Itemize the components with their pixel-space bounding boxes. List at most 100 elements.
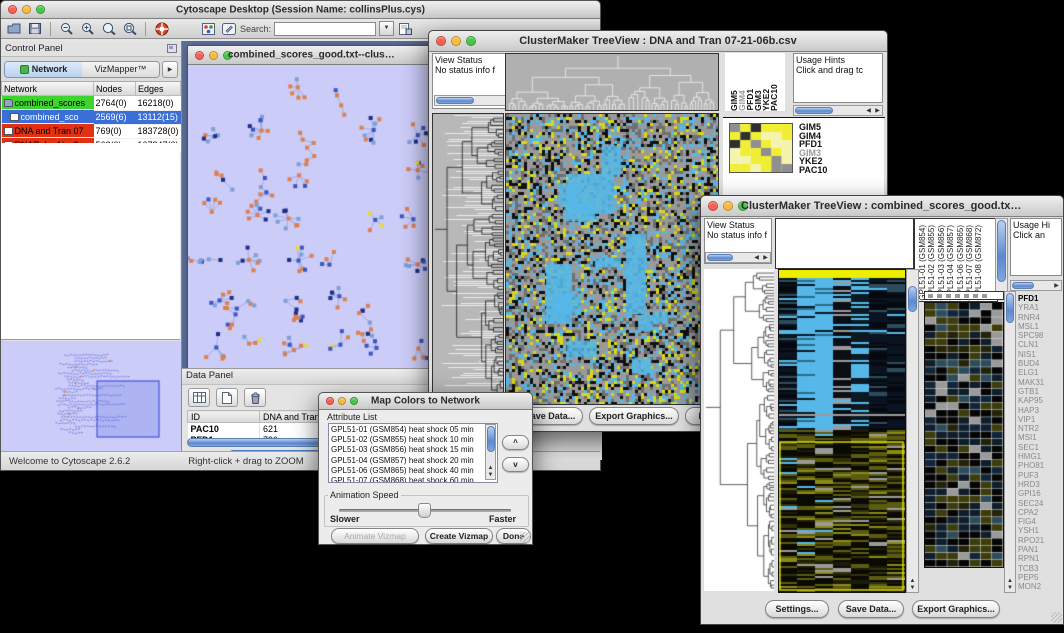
usage-hints-scrollbar[interactable]: ▶	[1010, 280, 1062, 291]
gene-label[interactable]: SEC24	[1018, 499, 1062, 508]
tab-vizmapper[interactable]: VizMapper™	[82, 62, 159, 77]
create-vizmap-button[interactable]: Create Vizmap	[425, 528, 493, 544]
gene-label[interactable]: MSI1	[1018, 433, 1062, 442]
minimize-button[interactable]	[451, 36, 461, 46]
resize-grip[interactable]	[520, 532, 531, 543]
zoom-actual-icon[interactable]	[100, 21, 117, 36]
heatmap-canvas[interactable]	[505, 113, 719, 405]
save-data-button[interactable]: Save Data...	[838, 600, 904, 618]
top-vertical-scrollbar[interactable]: ▲	[995, 218, 1008, 300]
zoom-fit-icon[interactable]	[121, 21, 138, 36]
attribute-list-item[interactable]: GPL51-01 (GSM854) heat shock 05 min	[331, 425, 495, 435]
gene-label[interactable]: MON2	[1018, 582, 1062, 591]
gene-label[interactable]: PFD1	[1018, 294, 1062, 303]
delete-attribute-icon[interactable]	[244, 388, 266, 407]
animate-vizmap-button[interactable]: Animate Vizmap	[331, 528, 419, 544]
more-tabs-button[interactable]: ▶	[162, 61, 178, 78]
gene-label[interactable]: CPA2	[1018, 508, 1062, 517]
gene-label[interactable]: YRA1	[1018, 303, 1062, 312]
usage-hints-scrollbar[interactable]: ◀▶	[793, 105, 883, 116]
close-button[interactable]	[195, 51, 204, 60]
speed-slider-thumb[interactable]	[418, 503, 431, 518]
gene-label[interactable]: PHO81	[1018, 461, 1062, 470]
gene-label[interactable]: GPI16	[1018, 489, 1062, 498]
attribute-list-scrollbar[interactable]: ▲ ▼	[485, 424, 496, 480]
treeview1-titlebar[interactable]: ClusterMaker TreeView : DNA and Tran 07-…	[429, 31, 887, 52]
resize-grip[interactable]	[1051, 612, 1062, 623]
attribute-list-item[interactable]: GPL51-06 (GSM865) heat shock 40 min	[331, 466, 495, 476]
row-dendrogram-canvas[interactable]	[432, 113, 504, 405]
search-input[interactable]	[274, 22, 376, 36]
gene-label[interactable]: VIP1	[1018, 415, 1062, 424]
zoom-button[interactable]	[350, 397, 358, 405]
minimize-button[interactable]	[723, 201, 733, 211]
gene-label[interactable]: HMG1	[1018, 452, 1062, 461]
network-window-titlebar[interactable]: combined_scores_good.txt--cluste...	[188, 46, 436, 65]
view-status-scrollbar[interactable]: ◀▶	[705, 252, 771, 263]
gene-label[interactable]: RNR4	[1018, 313, 1062, 322]
new-attribute-icon[interactable]	[216, 388, 238, 407]
treeview2-titlebar[interactable]: ClusterMaker TreeView : combined_scores_…	[701, 196, 1063, 217]
gene-label[interactable]: PAN1	[1018, 545, 1062, 554]
close-button[interactable]	[708, 201, 718, 211]
gene-label[interactable]: GTB1	[1018, 387, 1062, 396]
zoom-vertical-scrollbar[interactable]: ▲ ▼	[1004, 291, 1016, 593]
gene-label[interactable]: MSL1	[1018, 322, 1062, 331]
zoom-in-icon[interactable]	[79, 21, 96, 36]
row-dendrogram-canvas[interactable]	[704, 269, 774, 591]
column-header[interactable]: Nodes	[94, 82, 136, 96]
vizmapper-icon[interactable]	[200, 21, 217, 36]
settings-button[interactable]: Settings...	[765, 600, 829, 618]
float-panel-icon[interactable]	[167, 44, 177, 53]
attribute-list-item[interactable]: GPL51-07 (GSM868) heat shock 60 min	[331, 476, 495, 483]
gene-label[interactable]: KAP95	[1018, 396, 1062, 405]
gene-label[interactable]: YSH1	[1018, 526, 1062, 535]
table-row-selected[interactable]: combined_sco 2569(6) 13112(15)	[2, 110, 181, 124]
tab-network[interactable]: Network	[5, 62, 82, 77]
minimize-button[interactable]	[22, 5, 31, 14]
attribute-list-item[interactable]: GPL51-02 (GSM855) heat shock 10 min	[331, 435, 495, 445]
move-down-button[interactable]: v	[502, 457, 529, 472]
column-header[interactable]: Edges	[136, 82, 181, 96]
gene-label[interactable]: BUD4	[1018, 359, 1062, 368]
table-row[interactable]: combined_scores 2764(0) 16218(0)	[2, 96, 181, 111]
export-graphics-button[interactable]: Export Graphics...	[589, 407, 679, 425]
open-session-button[interactable]	[5, 21, 22, 36]
main-titlebar[interactable]: Cytoscape Desktop (Session Name: collins…	[1, 1, 600, 19]
gene-label[interactable]: HAP3	[1018, 406, 1062, 415]
gene-label[interactable]: TCB3	[1018, 564, 1062, 573]
zoom-out-icon[interactable]	[58, 21, 75, 36]
export-graphics-button[interactable]: Export Graphics...	[912, 600, 1000, 618]
column-header[interactable]: Network	[2, 82, 94, 96]
global-heatmap-canvas[interactable]	[778, 269, 906, 593]
gene-label[interactable]: PAC10	[799, 166, 853, 175]
gene-label[interactable]: HRD3	[1018, 480, 1062, 489]
minimize-button[interactable]	[338, 397, 346, 405]
gene-label[interactable]: CLN1	[1018, 340, 1062, 349]
select-attributes-icon[interactable]	[188, 388, 210, 407]
gene-label[interactable]: PEP5	[1018, 573, 1062, 582]
network-overview-panel[interactable]	[1, 341, 181, 452]
gene-label[interactable]: SPC98	[1018, 331, 1062, 340]
zoom-heatmap-canvas[interactable]	[924, 302, 1004, 568]
gene-label[interactable]: MAK31	[1018, 378, 1062, 387]
network-file-icon[interactable]	[397, 21, 414, 36]
column-dendrogram-canvas[interactable]	[505, 53, 719, 111]
gene-label[interactable]: NTR2	[1018, 424, 1062, 433]
attribute-list-item[interactable]: GPL51-03 (GSM856) heat shock 15 min	[331, 445, 495, 455]
gene-label[interactable]: FIG4	[1018, 517, 1062, 526]
search-dropdown-arrow[interactable]: ▼	[379, 21, 394, 36]
gene-label[interactable]: SEC1	[1018, 443, 1062, 452]
overview-canvas[interactable]	[1, 341, 181, 452]
move-up-button[interactable]: ^	[502, 435, 529, 450]
help-lifebuoy-icon[interactable]	[153, 21, 170, 36]
annotation-icon[interactable]	[220, 21, 237, 36]
table-row[interactable]: DNA and Tran 07 769(0) 183728(0)	[2, 124, 181, 138]
selected-cluster-matrix[interactable]	[729, 123, 793, 173]
close-button[interactable]	[326, 397, 334, 405]
save-session-button[interactable]	[26, 21, 43, 36]
network-canvas[interactable]	[188, 65, 434, 367]
gene-label[interactable]: NIS1	[1018, 350, 1062, 359]
gene-label[interactable]: RPN1	[1018, 554, 1062, 563]
close-button[interactable]	[8, 5, 17, 14]
